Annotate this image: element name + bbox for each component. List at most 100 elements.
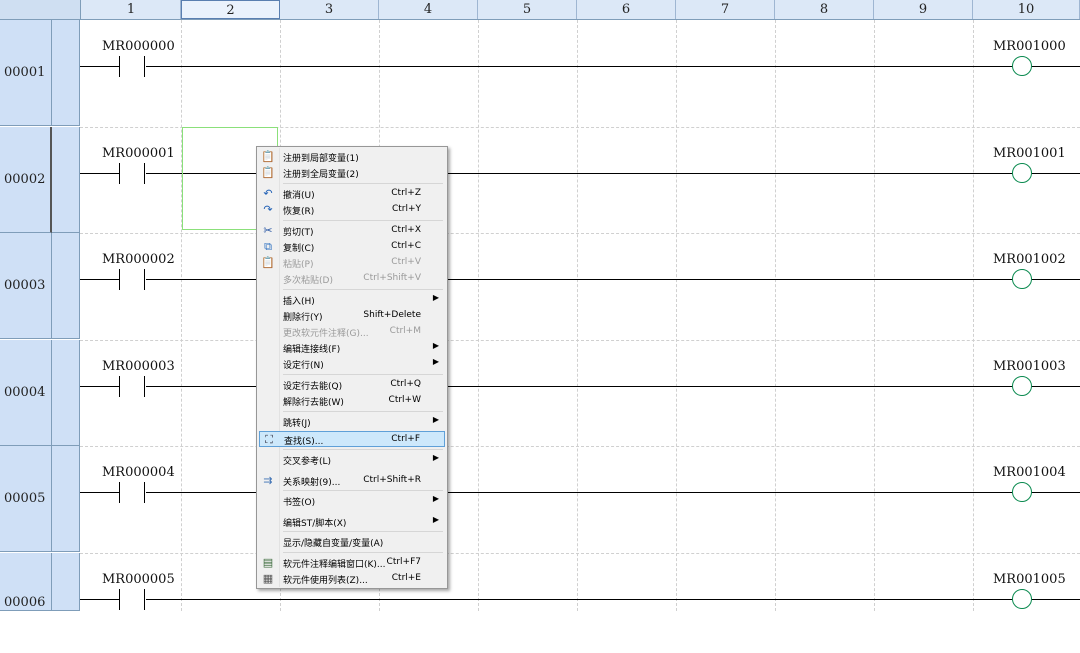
coil-device-label[interactable]: MR001005 — [993, 572, 1066, 587]
menu-item-24[interactable]: ▦ 软元件使用列表(Z)... Ctrl+E — [259, 571, 445, 587]
menu-item-label: 解除行去能(W) — [283, 398, 344, 408]
row-number-4[interactable]: 00004 — [0, 340, 52, 446]
contact-device-label[interactable]: MR000002 — [102, 252, 175, 267]
context-menu: 📋 注册到局部变量(1) 📋 注册到全局变量(2) ↶ 撤消(U) Ctrl+Z ↷ 恢复(R)… — [256, 146, 448, 589]
menu-item-11[interactable]: 更改软元件注释(G)... Ctrl+M — [259, 324, 445, 340]
menu-item-17[interactable]: ⛶ 查找(S)... Ctrl+F — [259, 431, 445, 447]
row-marker-column[interactable] — [52, 233, 80, 339]
row-separator — [80, 340, 1080, 341]
output-coil-icon[interactable] — [1012, 589, 1032, 609]
menu-item-8[interactable]: 多次粘贴(D) Ctrl+Shift+V — [259, 271, 445, 287]
column-header-1[interactable]: 1 — [82, 0, 181, 19]
menu-item-9[interactable]: 插入(H) ▶ — [259, 292, 445, 308]
output-coil-icon[interactable] — [1012, 376, 1032, 396]
column-header-2[interactable]: 2 — [181, 0, 280, 19]
contact-device-label[interactable]: MR000000 — [102, 39, 175, 54]
row-number-6[interactable]: 00006 — [0, 553, 52, 611]
submenu-arrow-icon: ▶ — [432, 453, 439, 462]
menu-item-12[interactable]: 编辑连接线(F) ▶ — [259, 340, 445, 356]
row-marker-column[interactable] — [52, 340, 80, 446]
menu-item-14[interactable]: 设定行去能(Q) Ctrl+Q — [259, 377, 445, 393]
column-header-9[interactable]: 9 — [874, 0, 973, 19]
menu-item-shortcut: Ctrl+M — [389, 326, 421, 336]
contact-bar — [144, 589, 145, 610]
row-marker-column[interactable] — [52, 446, 80, 552]
row-number-2[interactable]: 00002 — [0, 127, 52, 233]
menu-item-15[interactable]: 解除行去能(W) Ctrl+W — [259, 393, 445, 409]
menu-item-23[interactable]: ▤ 软元件注释编辑窗口(K)... Ctrl+F7 — [259, 555, 445, 571]
menu-item-shortcut: Ctrl+Z — [391, 188, 421, 198]
row-number-3[interactable]: 00003 — [0, 233, 52, 339]
grid-line — [478, 20, 479, 611]
menu-item-shortcut: Ctrl+X — [391, 225, 421, 235]
register-local-icon: 📋 — [261, 150, 275, 163]
menu-separator — [283, 490, 443, 491]
row-number-label: 00001 — [4, 65, 46, 80]
menu-item-3[interactable]: ↶ 撤消(U) Ctrl+Z — [259, 186, 445, 202]
contact-device-label[interactable]: MR000001 — [102, 146, 175, 161]
row-number-5[interactable]: 00005 — [0, 446, 52, 552]
contact-device-label[interactable]: MR000004 — [102, 465, 175, 480]
menu-separator — [283, 531, 443, 532]
normally-open-contact-icon[interactable] — [119, 376, 146, 397]
column-header-5[interactable]: 5 — [478, 0, 577, 19]
column-header-10[interactable]: 10 — [973, 0, 1080, 19]
ladder-rung — [80, 279, 1080, 280]
output-coil-icon[interactable] — [1012, 482, 1032, 502]
coil-device-label[interactable]: MR001000 — [993, 39, 1066, 54]
output-coil-icon[interactable] — [1012, 163, 1032, 183]
menu-item-13[interactable]: 设定行(N) ▶ — [259, 356, 445, 372]
menu-item-5[interactable]: ✂ 剪切(T) Ctrl+X — [259, 223, 445, 239]
column-header-7[interactable]: 7 — [676, 0, 775, 19]
column-header-6[interactable]: 6 — [577, 0, 676, 19]
normally-open-contact-icon[interactable] — [119, 269, 146, 290]
output-coil-icon[interactable] — [1012, 56, 1032, 76]
menu-item-18[interactable]: 交叉参考(L) ▶ — [259, 452, 445, 468]
menu-item-21[interactable]: 编辑ST/脚本(X) ▶ — [259, 514, 445, 530]
menu-item-10[interactable]: 删除行(Y) Shift+Delete — [259, 308, 445, 324]
row-marker-column[interactable] — [52, 127, 80, 233]
menu-item-2[interactable]: 📋 注册到全局变量(2) — [259, 165, 445, 181]
column-header-3[interactable]: 3 — [280, 0, 379, 19]
coil-device-label[interactable]: MR001002 — [993, 252, 1066, 267]
column-header-4[interactable]: 4 — [379, 0, 478, 19]
register-global-icon: 📋 — [261, 166, 275, 179]
menu-item-shortcut: Ctrl+E — [391, 573, 421, 583]
menu-item-label: 编辑连接线(F) — [283, 345, 341, 355]
column-header-8[interactable]: 8 — [775, 0, 874, 19]
menu-item-7[interactable]: 📋 粘贴(P) Ctrl+V — [259, 255, 445, 271]
row-marker-column[interactable] — [52, 20, 80, 126]
comment-window-icon: ▤ — [262, 556, 274, 569]
normally-open-contact-icon[interactable] — [119, 56, 146, 77]
normally-open-contact-icon[interactable] — [119, 482, 146, 503]
contact-device-label[interactable]: MR000003 — [102, 359, 175, 374]
row-number-1[interactable]: 00001 — [0, 20, 52, 126]
output-coil-icon[interactable] — [1012, 269, 1032, 289]
menu-item-19[interactable]: ⇉ 关系映射(9)... Ctrl+Shift+R — [259, 473, 445, 489]
grid-line — [775, 20, 776, 611]
coil-device-label[interactable]: MR001004 — [993, 465, 1066, 480]
copy-icon: ⧉ — [264, 240, 272, 253]
submenu-arrow-icon: ▶ — [432, 293, 439, 302]
contact-device-label[interactable]: MR000005 — [102, 572, 175, 587]
menu-item-16[interactable]: 跳转(J) ▶ — [259, 414, 445, 430]
contact-bar — [119, 56, 120, 77]
menu-item-22[interactable]: 显示/隐藏自变量/变量(A) — [259, 534, 445, 550]
row-separator — [80, 446, 1080, 447]
normally-open-contact-icon[interactable] — [119, 589, 146, 610]
ladder-rung — [80, 492, 1080, 493]
menu-item-4[interactable]: ↷ 恢复(R) Ctrl+Y — [259, 202, 445, 218]
menu-item-shortcut: Ctrl+Shift+V — [363, 273, 421, 283]
row-separator — [80, 233, 1080, 234]
coil-device-label[interactable]: MR001001 — [993, 146, 1066, 161]
menu-separator — [283, 220, 443, 221]
row-marker-column[interactable] — [52, 553, 80, 611]
grid-line — [577, 20, 578, 611]
menu-item-6[interactable]: ⧉ 复制(C) Ctrl+C — [259, 239, 445, 255]
coil-device-label[interactable]: MR001003 — [993, 359, 1066, 374]
menu-item-20[interactable]: 书签(O) ▶ — [259, 493, 445, 509]
menu-item-label: 交叉参考(L) — [283, 457, 332, 467]
menu-item-label: 注册到全局变量(2) — [283, 170, 359, 180]
menu-item-1[interactable]: 📋 注册到局部变量(1) — [259, 149, 445, 165]
normally-open-contact-icon[interactable] — [119, 163, 146, 184]
